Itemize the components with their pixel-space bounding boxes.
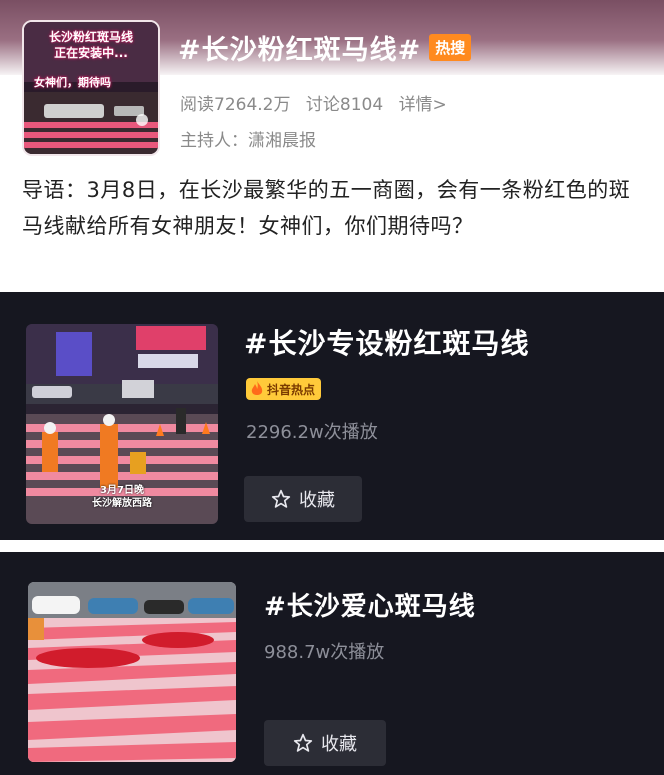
- topic-host: 主持人：潇湘晨报: [180, 131, 316, 151]
- play-count-1: 2296.2w次播放: [246, 422, 378, 443]
- play-count-2: 988.7w次播放: [264, 642, 385, 663]
- hot-badge: 热搜: [429, 34, 472, 61]
- favorite-label-2: 收藏: [321, 734, 357, 755]
- thumbnail-text-line-2: 正在安装中...: [54, 46, 128, 60]
- topic-title[interactable]: #长沙粉红斑马线#: [178, 28, 421, 67]
- topic-thumbnail[interactable]: 长沙粉红斑马线 正在安装中... 女神们，期待吗: [22, 20, 160, 156]
- details-link[interactable]: 详情>: [399, 95, 447, 115]
- douyin-topic-title-1[interactable]: #长沙专设粉红斑马线: [244, 322, 529, 362]
- favorite-label-1: 收藏: [299, 490, 335, 511]
- favorite-button-2[interactable]: 收藏: [264, 720, 386, 766]
- favorite-button-1[interactable]: 收藏: [244, 476, 362, 522]
- douyin-topic-title-2[interactable]: #长沙爱心斑马线: [264, 586, 476, 623]
- thumbnail-caption-line-2: 长沙解放西路: [92, 498, 152, 509]
- topic-title-row: #长沙粉红斑马线# 热搜: [178, 28, 472, 67]
- douyin-topic-card-2: #长沙爱心斑马线 988.7w次播放 收藏: [0, 552, 664, 775]
- thumbnail-text-line-1: 长沙粉红斑马线: [48, 30, 133, 44]
- douyin-hot-badge-label: 抖音热点: [267, 382, 316, 397]
- topic-intro: 导语：3月8日，在长沙最繁华的五一商圈，会有一条粉红色的斑马线献给所有女神朋友！…: [22, 178, 631, 238]
- card-separator: [0, 540, 664, 552]
- thumbnail-caption-line-1: 3月7日晚: [100, 485, 144, 496]
- thumbnail-text-line-3: 女神们，期待吗: [34, 76, 111, 89]
- flame-icon: [251, 381, 263, 395]
- douyin-topic-card-1: 3月7日晚 长沙解放西路 #长沙专设粉红斑马线 抖音热点 2296.2w次播放 …: [0, 292, 664, 540]
- thumbnail-caption: 3月7日晚 长沙解放西路: [26, 484, 218, 510]
- star-icon: [293, 733, 313, 752]
- discussion-count: 讨论8104: [305, 95, 384, 115]
- video-thumbnail-1[interactable]: 3月7日晚 长沙解放西路: [26, 324, 218, 524]
- star-icon: [271, 489, 291, 508]
- weibo-topic-card: 长沙粉红斑马线 正在安装中... 女神们，期待吗 #长沙粉红斑马线# 热搜 阅读…: [0, 0, 664, 292]
- video-thumbnail-image-2: [28, 582, 236, 762]
- video-thumbnail-2[interactable]: [28, 582, 236, 762]
- douyin-hot-badge: 抖音热点: [246, 378, 322, 400]
- read-count: 阅读7264.2万: [180, 95, 291, 115]
- topic-stats: 阅读7264.2万 讨论8104 详情>: [180, 90, 457, 115]
